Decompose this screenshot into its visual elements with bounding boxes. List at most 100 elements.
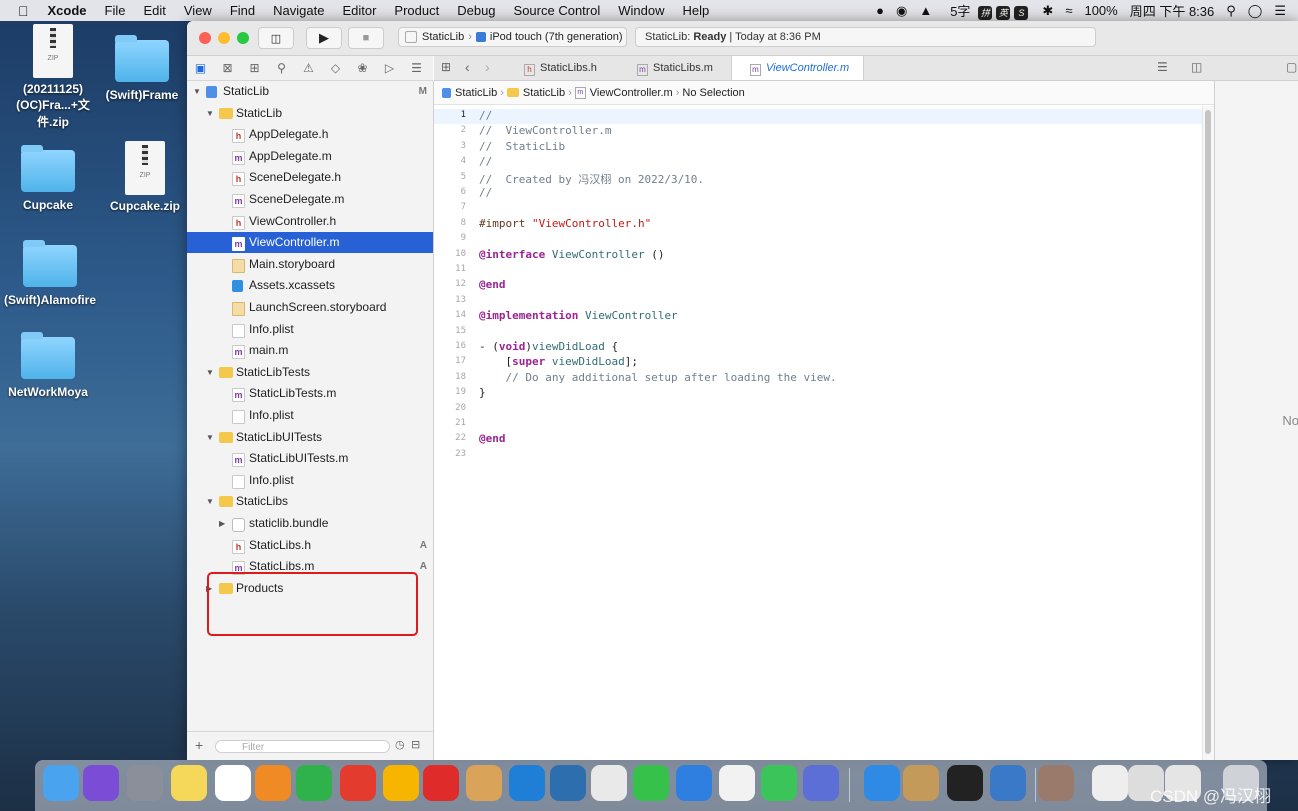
editor-options-icon[interactable]: ☰ bbox=[1157, 60, 1168, 74]
search-icon[interactable]: ⚲ bbox=[268, 61, 295, 75]
disclosure-open-icon[interactable]: ▼ bbox=[193, 81, 201, 102]
navigator-row[interactable]: m ViewController.m bbox=[187, 232, 433, 254]
back-icon[interactable]: ‹ bbox=[465, 59, 470, 75]
wps-icon[interactable] bbox=[340, 765, 376, 801]
navigator-row[interactable]: m AppDelegate.m bbox=[187, 146, 433, 167]
paint-icon[interactable] bbox=[466, 765, 502, 801]
finder-icon[interactable] bbox=[43, 765, 79, 801]
filter-options-icon[interactable]: ⊟ bbox=[411, 738, 420, 751]
scrollbar-thumb[interactable] bbox=[1205, 110, 1211, 754]
split-editor-icon[interactable]: ◫ bbox=[1191, 60, 1202, 74]
menu-find[interactable]: Find bbox=[221, 3, 264, 18]
archive-utility-icon[interactable] bbox=[903, 765, 939, 801]
navigator-row[interactable]: h SceneDelegate.h bbox=[187, 167, 433, 188]
jump-group[interactable]: StaticLib bbox=[523, 87, 565, 99]
launchpad-icon[interactable] bbox=[127, 765, 163, 801]
pages-icon[interactable] bbox=[255, 765, 291, 801]
add-icon[interactable]: + bbox=[195, 737, 203, 753]
navigator-row[interactable]: ▼ StaticLibUITests bbox=[187, 427, 433, 448]
menu-source-control[interactable]: Source Control bbox=[505, 3, 610, 18]
menu-help[interactable]: Help bbox=[674, 3, 719, 18]
sketch-icon[interactable] bbox=[383, 765, 419, 801]
window-thumbnail-icon[interactable] bbox=[1092, 765, 1128, 801]
menu-edit[interactable]: Edit bbox=[134, 3, 174, 18]
forward-icon[interactable]: › bbox=[485, 59, 490, 75]
app-store-icon[interactable] bbox=[864, 765, 900, 801]
file-inspector-icon[interactable]: ▢ bbox=[1286, 60, 1297, 74]
navigator-row[interactable]: Info.plist bbox=[187, 405, 433, 426]
baidu-netdisk-icon[interactable] bbox=[215, 765, 251, 801]
menu-product[interactable]: Product bbox=[385, 3, 448, 18]
test-navigator-icon[interactable]: ◇ bbox=[322, 61, 349, 75]
adobe-illustrator-icon[interactable] bbox=[719, 765, 755, 801]
vscode-icon[interactable] bbox=[509, 765, 545, 801]
recent-files-icon[interactable]: ◷ bbox=[395, 738, 405, 751]
ime-status[interactable]: 5字拼英 S bbox=[938, 1, 1036, 20]
toggle-navigator-button[interactable]: ◫ bbox=[258, 27, 294, 49]
scheme-selector[interactable]: StaticLib › iPod touch (7th generation) bbox=[398, 27, 627, 47]
disclosure-open-icon[interactable]: ▼ bbox=[206, 103, 214, 124]
tab-staticlibs-m[interactable]: m StaticLibs.m bbox=[637, 56, 713, 80]
navigator-row[interactable]: m StaticLibUITests.m bbox=[187, 448, 433, 469]
menu-app-name[interactable]: Xcode bbox=[39, 3, 96, 18]
menu-window[interactable]: Window bbox=[609, 3, 673, 18]
menu-editor[interactable]: Editor bbox=[333, 3, 385, 18]
navigator-row[interactable]: ▼ StaticLibs bbox=[187, 491, 433, 512]
qq-status-icon[interactable]: ▲ bbox=[913, 3, 938, 18]
navigator-row[interactable]: Info.plist bbox=[187, 319, 433, 340]
symbol-navigator-icon[interactable]: ⊞ bbox=[241, 61, 268, 75]
menu-file[interactable]: File bbox=[96, 3, 135, 18]
navigator-row[interactable]: ▼ StaticLib bbox=[187, 103, 433, 124]
wechat-status-icon[interactable]: ◉ bbox=[890, 3, 913, 19]
jump-file[interactable]: ViewController.m bbox=[590, 87, 673, 99]
zoom-window-button[interactable] bbox=[237, 32, 249, 44]
navigator-row[interactable]: ▼ StaticLibTests bbox=[187, 362, 433, 383]
wechat-icon[interactable] bbox=[633, 765, 669, 801]
desktop-item[interactable]: NetWorkMoya bbox=[0, 332, 98, 399]
apple-menu-icon[interactable]:  bbox=[0, 3, 39, 19]
navigator-row[interactable]: h AppDelegate.h bbox=[187, 124, 433, 145]
desktop-item[interactable]: (Swift)Alamofire bbox=[0, 240, 100, 307]
clock[interactable]: 周四 下午 8:36 bbox=[1124, 1, 1221, 20]
navigator-row[interactable]: ▼ StaticLib M bbox=[187, 81, 433, 102]
bluetooth-icon[interactable]: ✱ bbox=[1036, 3, 1059, 19]
tab-staticlibs-h[interactable]: h StaticLibs.h bbox=[524, 56, 597, 80]
notification-center-icon[interactable]: ☰ bbox=[1268, 3, 1298, 19]
tab-viewcontroller-m[interactable]: m ViewController.m bbox=[731, 56, 864, 80]
siri-icon[interactable] bbox=[83, 765, 119, 801]
evernote-icon[interactable] bbox=[296, 765, 332, 801]
xcode-icon[interactable] bbox=[676, 765, 712, 801]
navigator-row[interactable]: Info.plist bbox=[187, 470, 433, 491]
netease-music-icon[interactable] bbox=[423, 765, 459, 801]
navigator-row[interactable]: m main.m bbox=[187, 340, 433, 361]
facetime-icon[interactable] bbox=[761, 765, 797, 801]
minimize-window-button[interactable] bbox=[218, 32, 230, 44]
quicktime-icon[interactable] bbox=[990, 765, 1026, 801]
spotlight-search-icon[interactable]: ⚲ bbox=[1220, 3, 1242, 19]
stop-button[interactable]: ■ bbox=[348, 27, 384, 49]
desktop-item[interactable]: ZIP Cupcake.zip bbox=[95, 141, 195, 213]
jump-selection[interactable]: No Selection bbox=[682, 87, 744, 99]
warning-icon[interactable]: ⚠ bbox=[295, 61, 322, 75]
disclosure-open-icon[interactable]: ▼ bbox=[206, 427, 214, 448]
navigator-row[interactable]: Assets.xcassets bbox=[187, 275, 433, 296]
sourcetree-icon[interactable] bbox=[550, 765, 586, 801]
breakpoint-navigator-icon[interactable]: ▷ bbox=[376, 61, 403, 75]
record-icon[interactable]: ● bbox=[870, 3, 890, 18]
chrome-icon[interactable] bbox=[591, 765, 627, 801]
report-navigator-icon[interactable]: ☰ bbox=[403, 61, 430, 75]
debug-navigator-icon[interactable]: ❀ bbox=[349, 61, 376, 75]
navigator-row[interactable]: h StaticLibs.h A bbox=[187, 535, 433, 556]
filter-field[interactable]: Filter bbox=[215, 740, 390, 753]
related-items-icon[interactable]: ⊞ bbox=[441, 60, 451, 74]
wifi-icon[interactable]: ≈ bbox=[1059, 3, 1078, 18]
close-window-button[interactable] bbox=[199, 32, 211, 44]
disclosure-closed-icon[interactable]: ▶ bbox=[219, 513, 225, 534]
navigator-row[interactable]: ▶ staticlib.bundle bbox=[187, 513, 433, 534]
notes-icon[interactable] bbox=[171, 765, 207, 801]
desktop-item[interactable]: Cupcake bbox=[0, 145, 98, 212]
battery-status[interactable]: 100% bbox=[1078, 3, 1123, 18]
run-button[interactable]: ▶ bbox=[306, 27, 342, 49]
navigator-row[interactable]: m SceneDelegate.m bbox=[187, 189, 433, 210]
source-control-icon[interactable]: ⊠ bbox=[214, 61, 241, 75]
